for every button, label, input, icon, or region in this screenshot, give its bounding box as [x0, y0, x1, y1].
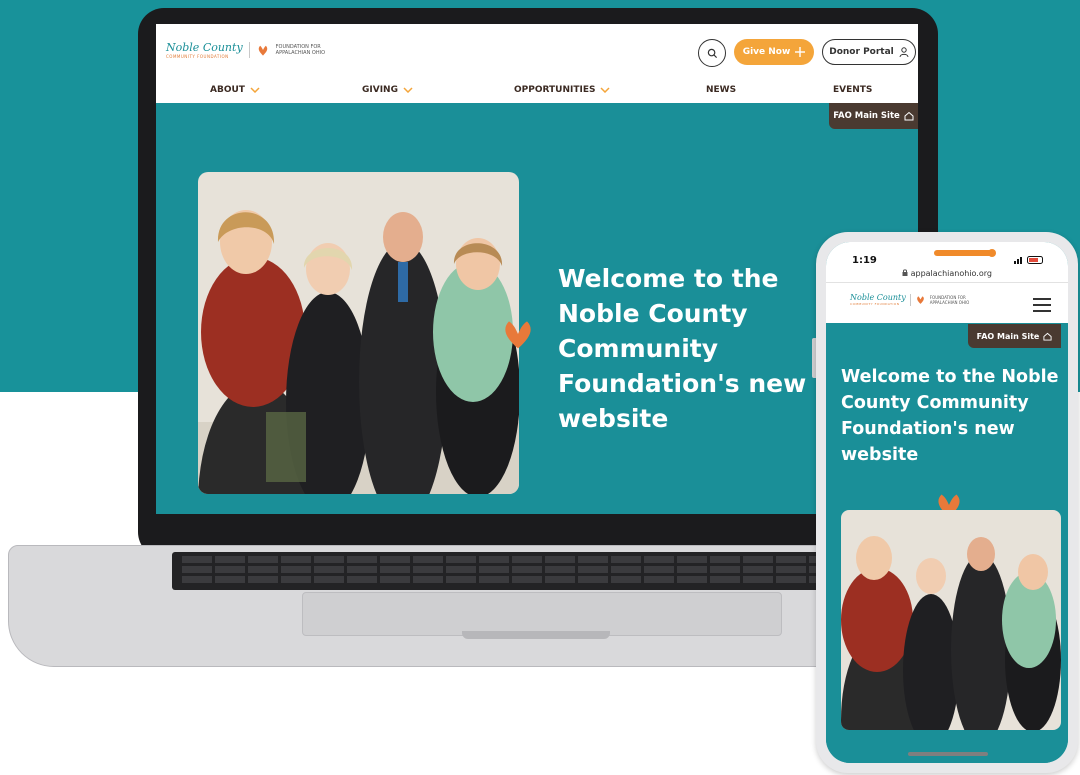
nav-label: EVENTS [833, 85, 873, 95]
url-text: appalachianohio.org [910, 269, 992, 278]
hero-photo-image [198, 172, 519, 494]
phone-bottom-area [826, 734, 1068, 763]
nav-label: ABOUT [210, 85, 245, 95]
chevron-down-icon [250, 87, 260, 93]
leaf-icon [505, 321, 531, 349]
nav-label: GIVING [362, 85, 398, 95]
keyboard-row [182, 556, 882, 563]
give-now-button[interactable]: Give Now [734, 39, 814, 65]
camera-dot [988, 249, 996, 257]
user-icon [899, 47, 909, 57]
home-icon [1043, 332, 1052, 341]
donor-portal-button[interactable]: Donor Portal [822, 39, 916, 65]
logo-sub: COMMUNITY FOUNDATION [166, 54, 229, 59]
logo-brand: Noble County [850, 293, 906, 302]
laptop-screen: Noble County COMMUNITY FOUNDATION FOUNDA… [156, 24, 918, 514]
menu-icon[interactable] [1033, 298, 1051, 312]
phone: 1:19 appalachianohio.org Noble County CO… [816, 232, 1078, 773]
leaf-icon [258, 45, 267, 56]
fao-main-site-tab[interactable]: FAO Main Site [829, 103, 918, 129]
donor-portal-label: Donor Portal [829, 47, 894, 57]
nav-item-about[interactable]: ABOUT [210, 85, 260, 95]
nav-item-news[interactable]: NEWS [706, 85, 736, 95]
phone-fao-main-site-tab[interactable]: FAO Main Site [968, 324, 1061, 348]
hero-photo [198, 172, 519, 494]
give-now-label: Give Now [742, 47, 791, 57]
logo-partner: FOUNDATION FOR APPALACHIAN OHIO [275, 44, 326, 56]
keyboard-row [182, 566, 882, 573]
keyboard [172, 552, 892, 590]
phone-site-header: Noble County COMMUNITY FOUNDATION FOUNDA… [826, 282, 1068, 323]
main-nav: ABOUT GIVING OPPORTUNITIES NEWS EVENTS [156, 80, 918, 102]
fao-tab-label: FAO Main Site [833, 111, 900, 121]
home-icon [904, 111, 914, 121]
nav-item-events[interactable]: EVENTS [833, 85, 872, 95]
fao-tab-label: FAO Main Site [976, 331, 1040, 341]
phone-hero-photo [841, 510, 1061, 730]
logo-partner: FOUNDATION FOR APPALACHIAN OHIO [929, 294, 970, 305]
nav-item-giving[interactable]: GIVING [362, 85, 413, 95]
plus-icon [795, 47, 806, 57]
leaf-icon [916, 296, 924, 304]
nav-label: NEWS [706, 85, 737, 95]
phone-hero-photo-image [841, 510, 1061, 730]
nav-label: OPPORTUNITIES [514, 85, 596, 95]
search-icon [707, 48, 717, 58]
trackpad [302, 592, 782, 636]
site-logo[interactable]: Noble County COMMUNITY FOUNDATION FOUNDA… [166, 41, 336, 59]
signal-icon [1014, 257, 1022, 264]
logo-brand: Noble County [166, 41, 243, 54]
status-icons [1014, 256, 1045, 266]
phone-site-logo[interactable]: Noble County COMMUNITY FOUNDATION FOUNDA… [850, 293, 975, 306]
logo-sub: COMMUNITY FOUNDATION [850, 302, 900, 306]
battery-icon [1026, 256, 1043, 264]
status-time: 1:19 [852, 255, 877, 266]
lock-icon [902, 269, 908, 276]
dynamic-island [934, 250, 994, 256]
search-button[interactable] [698, 39, 726, 67]
browser-url[interactable]: appalachianohio.org [826, 269, 1068, 278]
phone-hero-title: Welcome to the Noble County Community Fo… [841, 367, 1059, 465]
home-indicator [908, 752, 988, 756]
logo-divider [248, 42, 250, 58]
phone-screen: 1:19 appalachianohio.org Noble County CO… [826, 242, 1068, 763]
chevron-down-icon [403, 87, 413, 93]
logo-divider [909, 293, 911, 306]
laptop-notch [462, 631, 610, 639]
site-header: Noble County COMMUNITY FOUNDATION FOUNDA… [156, 24, 918, 103]
nav-item-opportunities[interactable]: OPPORTUNITIES [514, 85, 610, 95]
keyboard-row [182, 576, 882, 583]
chevron-down-icon [600, 87, 610, 93]
